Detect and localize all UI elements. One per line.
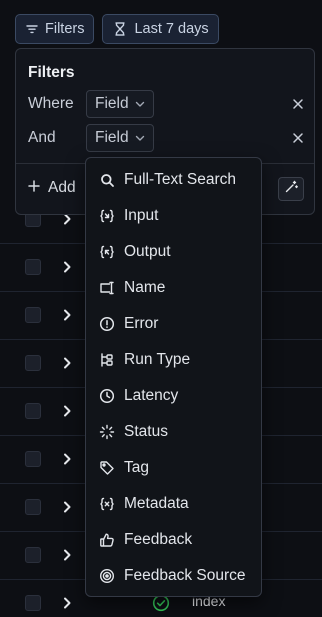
menu-item-label: Feedback xyxy=(124,531,193,548)
filter-row: Where Field xyxy=(28,90,304,118)
date-range-button[interactable]: Last 7 days xyxy=(102,14,219,44)
input-icon xyxy=(99,208,115,224)
run-type-icon xyxy=(99,352,115,368)
chevron-right-icon[interactable] xyxy=(62,356,72,375)
chevron-right-icon[interactable] xyxy=(62,308,72,327)
chevron-right-icon[interactable] xyxy=(62,548,72,567)
search-icon xyxy=(99,172,115,188)
menu-item-label: Error xyxy=(124,315,159,332)
menu-item-label: Input xyxy=(124,207,159,224)
menu-item-full-text-search[interactable]: Full-Text Search xyxy=(86,162,261,198)
chevron-right-icon[interactable] xyxy=(62,500,72,519)
menu-item-name[interactable]: Name xyxy=(86,270,261,306)
row-checkbox[interactable] xyxy=(25,547,41,563)
menu-item-run-type[interactable]: Run Type xyxy=(86,342,261,378)
chevron-right-icon[interactable] xyxy=(62,260,72,279)
chevron-right-icon[interactable] xyxy=(62,452,72,471)
name-icon xyxy=(99,280,115,296)
menu-item-label: Name xyxy=(124,279,166,296)
magic-wand-icon xyxy=(284,180,298,199)
clock-icon xyxy=(99,388,115,404)
menu-item-label: Run Type xyxy=(124,351,191,368)
menu-item-input[interactable]: Input xyxy=(86,198,261,234)
row-checkbox[interactable] xyxy=(25,451,41,467)
toolbar: Filters Last 7 days xyxy=(15,14,219,44)
menu-item-error[interactable]: Error xyxy=(86,306,261,342)
menu-item-metadata[interactable]: Metadata xyxy=(86,486,261,522)
plus-icon xyxy=(28,179,40,197)
remove-filter-icon[interactable] xyxy=(292,131,304,149)
chevron-down-icon xyxy=(135,95,145,113)
menu-item-feedback-source[interactable]: Feedback Source xyxy=(86,558,261,594)
add-filter-label: Add xyxy=(48,179,76,196)
menu-item-label: Feedback Source xyxy=(124,567,246,584)
status-loader-icon xyxy=(99,424,115,440)
menu-item-status[interactable]: Status xyxy=(86,414,261,450)
remove-filter-icon[interactable] xyxy=(292,97,304,115)
menu-item-label: Metadata xyxy=(124,495,189,512)
menu-item-tag[interactable]: Tag xyxy=(86,450,261,486)
filter-row: And Field xyxy=(28,124,304,152)
tag-icon xyxy=(99,460,115,476)
field-select[interactable]: Field xyxy=(86,90,154,118)
target-icon xyxy=(99,568,115,584)
field-select[interactable]: Field xyxy=(86,124,154,152)
field-select-label: Field xyxy=(95,95,129,112)
metadata-icon xyxy=(99,496,115,512)
date-range-label: Last 7 days xyxy=(134,21,209,37)
error-icon xyxy=(99,316,115,332)
ai-filter-button[interactable] xyxy=(278,177,304,201)
filters-button-label: Filters xyxy=(45,21,85,37)
filter-lines-icon xyxy=(25,22,39,36)
menu-item-latency[interactable]: Latency xyxy=(86,378,261,414)
filters-button[interactable]: Filters xyxy=(15,14,95,44)
row-checkbox[interactable] xyxy=(25,307,41,323)
chevron-right-icon[interactable] xyxy=(62,404,72,423)
menu-item-label: Latency xyxy=(124,387,179,404)
row-checkbox[interactable] xyxy=(25,499,41,515)
row-checkbox[interactable] xyxy=(25,259,41,275)
filter-conjunction: Where xyxy=(28,95,74,112)
menu-item-label: Output xyxy=(124,243,171,260)
chevron-down-icon xyxy=(135,129,145,147)
add-filter-button[interactable]: Add xyxy=(28,179,76,197)
field-dropdown-menu: Full-Text Search Input Output Name Error… xyxy=(85,157,262,597)
field-select-label: Field xyxy=(95,129,129,146)
output-icon xyxy=(99,244,115,260)
hourglass-icon xyxy=(112,21,128,37)
filters-panel-title: Filters xyxy=(28,64,75,81)
row-checkbox[interactable] xyxy=(25,595,41,611)
menu-item-label: Status xyxy=(124,423,168,440)
thumbs-up-icon xyxy=(99,532,115,548)
menu-item-feedback[interactable]: Feedback xyxy=(86,522,261,558)
menu-item-label: Full-Text Search xyxy=(124,171,236,188)
menu-item-label: Tag xyxy=(124,459,149,476)
row-checkbox[interactable] xyxy=(25,355,41,371)
menu-item-output[interactable]: Output xyxy=(86,234,261,270)
row-checkbox[interactable] xyxy=(25,403,41,419)
filter-conjunction: And xyxy=(28,129,56,146)
